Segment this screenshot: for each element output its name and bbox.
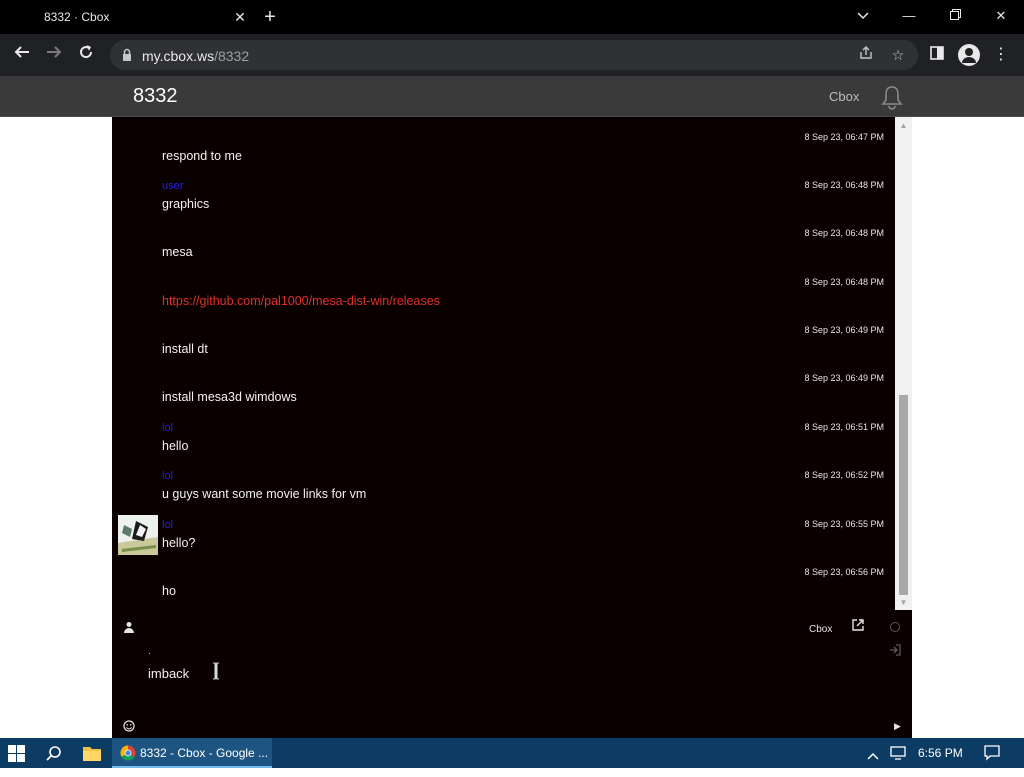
restore-icon[interactable] bbox=[943, 5, 967, 27]
message-item: 8 Sep 23, 06:56 PM ho bbox=[112, 557, 895, 605]
message-text: ho bbox=[162, 584, 176, 598]
message-item: 8 Sep 23, 06:52 PM lol u guys want some … bbox=[112, 460, 895, 508]
page-title: 8332 bbox=[133, 85, 178, 107]
browser-tab[interactable]: 8332 · Cbox ✕ bbox=[8, 0, 246, 34]
message-time: 8 Sep 23, 06:49 PM bbox=[804, 325, 884, 335]
message-item: 8 Sep 23, 06:51 PM lol hello bbox=[112, 412, 895, 460]
message-item: 8 Sep 23, 06:48 PM mesa bbox=[112, 218, 895, 266]
chrome-icon bbox=[120, 745, 136, 761]
message-nick[interactable]: lol bbox=[162, 470, 173, 482]
tray-chevron-up-icon[interactable] bbox=[867, 747, 879, 777]
message-text: install mesa3d wimdows bbox=[162, 390, 297, 404]
input-area: Cbox . ▶ bbox=[112, 610, 912, 738]
message-nick[interactable]: lol bbox=[162, 422, 173, 434]
taskbar-clock[interactable]: 6:56 PM bbox=[918, 746, 963, 760]
status-circle-icon[interactable] bbox=[890, 622, 900, 632]
send-icon[interactable]: ▶ bbox=[894, 721, 902, 731]
profile-icon[interactable] bbox=[958, 44, 980, 66]
name-field[interactable]: . bbox=[148, 646, 151, 657]
message-time: 8 Sep 23, 06:51 PM bbox=[804, 422, 884, 432]
message-time: 8 Sep 23, 06:55 PM bbox=[804, 519, 884, 529]
cbox-header: 8332 Cbox bbox=[0, 76, 1024, 117]
user-avatar[interactable] bbox=[118, 515, 158, 555]
message-item: 8 Sep 23, 06:48 PM user graphics bbox=[112, 170, 895, 218]
message-text: hello bbox=[162, 439, 189, 453]
taskbar-chrome-label: 8332 - Cbox - Google ... bbox=[140, 746, 269, 760]
tab-search-chevron-icon[interactable] bbox=[851, 5, 875, 27]
scroll-down-icon[interactable]: ▼ bbox=[895, 596, 912, 610]
network-icon[interactable] bbox=[890, 746, 908, 776]
reload-icon[interactable] bbox=[74, 43, 98, 67]
message-time: 8 Sep 23, 06:48 PM bbox=[804, 180, 884, 190]
cbox-link[interactable]: Cbox bbox=[809, 624, 832, 635]
window-close-icon[interactable]: ✕ bbox=[989, 5, 1013, 27]
cbox-brand-link[interactable]: Cbox bbox=[829, 89, 859, 104]
minimize-icon[interactable]: — bbox=[897, 5, 921, 27]
popout-icon[interactable] bbox=[851, 619, 865, 633]
address-bar[interactable]: my.cbox.ws/8332 ☆ bbox=[110, 40, 918, 70]
message-text: mesa bbox=[162, 245, 193, 259]
message-time: 8 Sep 23, 06:52 PM bbox=[804, 470, 884, 480]
message-time: 8 Sep 23, 06:49 PM bbox=[804, 373, 884, 383]
lock-icon[interactable] bbox=[122, 48, 132, 62]
text-cursor-icon bbox=[213, 662, 219, 680]
url-text[interactable]: my.cbox.ws/8332 bbox=[142, 48, 249, 64]
message-text: graphics bbox=[162, 197, 210, 211]
message-nick[interactable]: user bbox=[162, 180, 183, 192]
tab-title: 8332 · Cbox bbox=[44, 10, 110, 24]
menu-kebab-icon[interactable]: ⋮ bbox=[990, 44, 1012, 66]
message-item: 8 Sep 23, 06:49 PM install mesa3d wimdow… bbox=[112, 363, 895, 411]
browser-tabstrip: 8332 · Cbox ✕ + — ✕ bbox=[0, 0, 1024, 34]
notifications-icon[interactable] bbox=[984, 745, 1000, 775]
message-item: 8 Sep 23, 06:48 PM https://github.com/pa… bbox=[112, 267, 895, 315]
message-list[interactable]: 8 Sep 23, 06:47 PM respond to me 8 Sep 2… bbox=[112, 117, 895, 610]
message-text: install dt bbox=[162, 342, 208, 356]
forward-icon[interactable] bbox=[42, 43, 66, 67]
browser-toolbar: my.cbox.ws/8332 ☆ ⋮ bbox=[0, 34, 1024, 76]
new-tab-icon[interactable]: + bbox=[258, 6, 282, 28]
message-text: u guys want some movie links for vm bbox=[162, 487, 367, 501]
message-item: 8 Sep 23, 06:49 PM install dt bbox=[112, 315, 895, 363]
page: 8332 Cbox 8 Sep 23, 06:47 PM respond to … bbox=[0, 76, 1024, 738]
message-time: 8 Sep 23, 06:47 PM bbox=[804, 132, 884, 142]
message-text: respond to me bbox=[162, 149, 242, 163]
file-explorer-icon[interactable] bbox=[83, 745, 101, 775]
message-nick[interactable]: lol bbox=[162, 519, 173, 531]
message-item: 8 Sep 23, 06:55 PM lol hello? bbox=[112, 509, 895, 557]
tab-close-icon[interactable]: ✕ bbox=[230, 7, 250, 27]
scrollbar-thumb[interactable] bbox=[899, 395, 908, 595]
message-time: 8 Sep 23, 06:56 PM bbox=[804, 567, 884, 577]
message-time: 8 Sep 23, 06:48 PM bbox=[804, 277, 884, 287]
scroll-up-icon[interactable]: ▲ bbox=[895, 119, 912, 133]
user-icon[interactable] bbox=[123, 621, 135, 633]
windows-start-icon[interactable] bbox=[8, 745, 25, 775]
sign-in-icon[interactable] bbox=[889, 644, 901, 656]
side-panel-icon[interactable] bbox=[926, 44, 948, 66]
emoji-icon[interactable] bbox=[123, 720, 135, 732]
message-input[interactable] bbox=[148, 666, 748, 681]
chatbox: 8 Sep 23, 06:47 PM respond to me 8 Sep 2… bbox=[112, 117, 912, 738]
back-icon[interactable] bbox=[10, 43, 34, 67]
search-icon[interactable] bbox=[46, 745, 62, 775]
message-scrollbar[interactable]: ▲ ▼ bbox=[895, 117, 912, 610]
share-icon[interactable] bbox=[856, 45, 876, 65]
taskbar-chrome-button[interactable]: 8332 - Cbox - Google ... bbox=[112, 738, 272, 768]
bookmark-star-icon[interactable]: ☆ bbox=[888, 45, 908, 65]
bell-icon[interactable] bbox=[880, 84, 904, 110]
message-text: hello? bbox=[162, 536, 196, 550]
message-time: 8 Sep 23, 06:48 PM bbox=[804, 228, 884, 238]
windows-taskbar: 8332 - Cbox - Google ... 6:56 PM bbox=[0, 738, 1024, 768]
message-link[interactable]: https://github.com/pal1000/mesa-dist-win… bbox=[162, 294, 440, 308]
message-item: 8 Sep 23, 06:47 PM respond to me bbox=[112, 122, 895, 170]
